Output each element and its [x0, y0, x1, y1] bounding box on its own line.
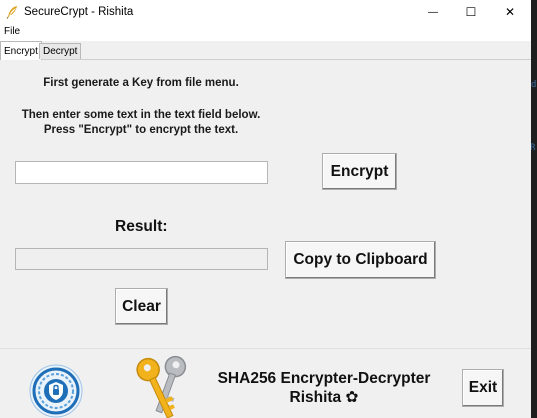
security-seal-icon — [29, 364, 83, 418]
instruction-line-3: Press "Encrypt" to encrypt the text. — [43, 124, 239, 136]
minimize-icon: — — [428, 6, 438, 18]
encrypt-panel: First generate a Key from file menu. The… — [0, 60, 531, 348]
title-bar[interactable]: SecureCrypt - Rishita — ☐ ✕ — [0, 0, 531, 24]
instruction-line-2: Then enter some text in the text field b… — [21, 109, 261, 121]
maximize-button[interactable]: ☐ — [453, 0, 489, 24]
close-button[interactable]: ✕ — [492, 0, 528, 24]
footer-title: SHA256 Encrypter-Decrypter Rishita ✿ — [200, 369, 448, 407]
background-glyph-middle: R: — [530, 143, 537, 153]
keys-icon — [136, 355, 187, 418]
result-label: Result: — [115, 218, 168, 235]
plaintext-input[interactable] — [15, 161, 268, 184]
close-icon: ✕ — [504, 5, 516, 19]
footer: SHA256 Encrypter-Decrypter Rishita ✿ Exi… — [0, 348, 531, 418]
app-window: SecureCrypt - Rishita — ☐ ✕ File Encrypt… — [0, 0, 531, 418]
tab-encrypt[interactable]: Encrypt — [0, 41, 42, 60]
menu-bar: File — [0, 24, 531, 41]
window-title: SecureCrypt - Rishita — [24, 6, 134, 18]
minimize-button[interactable]: — — [415, 0, 451, 24]
tab-decrypt[interactable]: Decrypt — [39, 43, 82, 59]
footer-title-line-1: SHA256 Encrypter-Decrypter — [217, 370, 431, 387]
background-glyph-top: d" — [531, 80, 537, 90]
exit-button[interactable]: Exit — [462, 369, 504, 407]
copy-to-clipboard-button[interactable]: Copy to Clipboard — [285, 241, 436, 279]
footer-title-line-2: Rishita ✿ — [289, 389, 359, 406]
encrypt-button[interactable]: Encrypt — [322, 153, 397, 190]
maximize-icon: ☐ — [465, 5, 477, 19]
menu-file[interactable]: File — [4, 26, 20, 37]
tab-bar: Encrypt Decrypt — [0, 41, 531, 60]
feather-icon — [6, 6, 17, 19]
clear-button[interactable]: Clear — [115, 288, 168, 325]
result-field[interactable] — [15, 248, 268, 270]
instruction-line-1: First generate a Key from file menu. — [43, 77, 239, 89]
